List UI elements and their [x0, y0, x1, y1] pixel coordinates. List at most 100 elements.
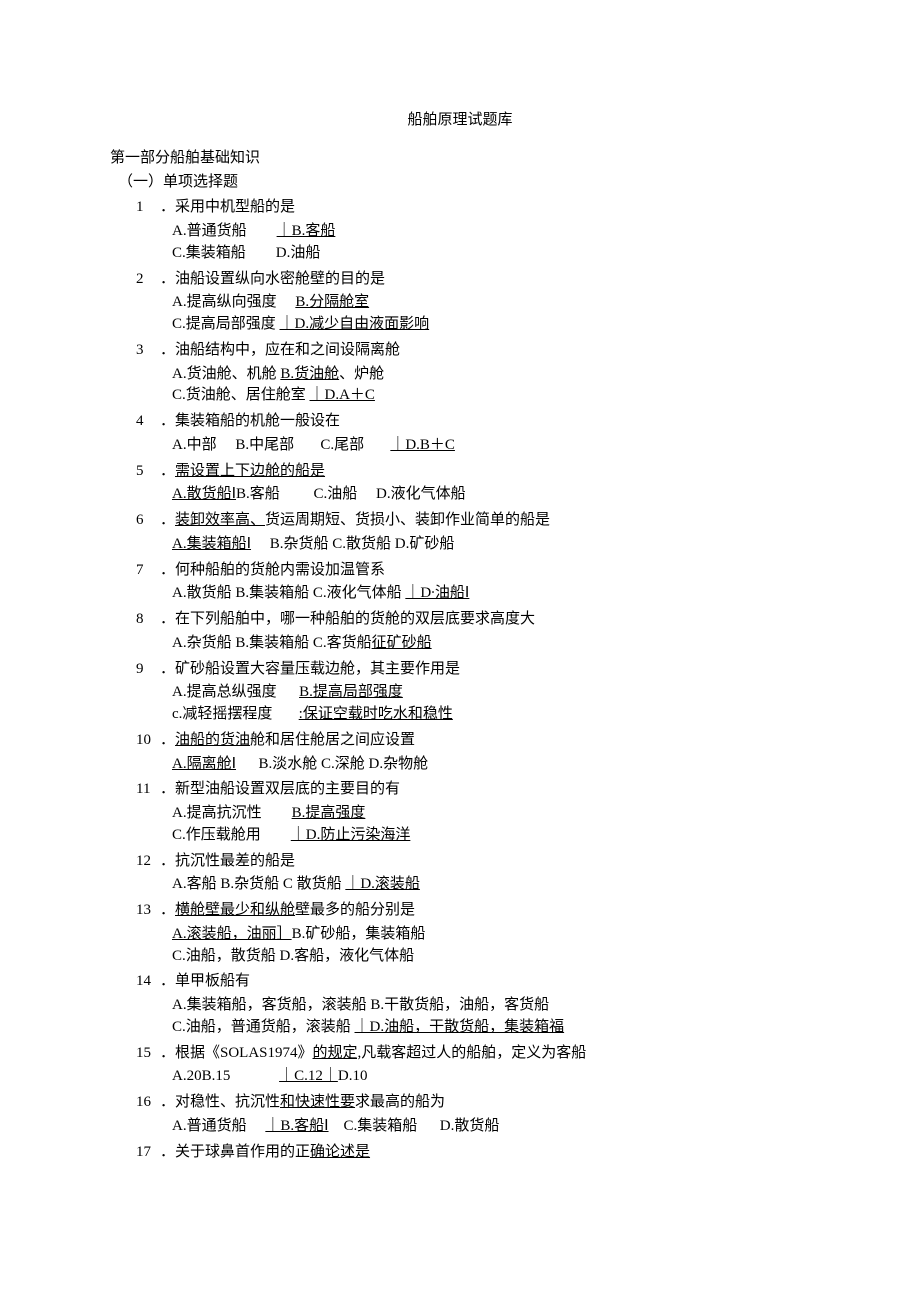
text-span: A.散货船 B.集装箱船 C.液化气体船	[172, 585, 405, 601]
text-span: A.杂货船 B.集装箱船 C.客货船	[172, 635, 372, 651]
text-span: C.货油舱、居住舱室	[172, 387, 310, 403]
question-number: 9	[136, 659, 160, 681]
text-span: A.普通货船	[172, 223, 277, 239]
option-row: C.作压载舱用 ｜D.防止污染海洋	[136, 825, 790, 847]
question-stem: 13．横舱壁最少和纵舱壁最多的船分别是	[136, 900, 790, 922]
text-span: c.减轻摇摆程度	[172, 706, 299, 722]
underlined-text: A.隔离舱Ⅰ	[172, 756, 236, 772]
question-stem-text: ．矿砂船设置大容量压载边舱，其主要作用是	[160, 661, 460, 677]
text-span: A.20B.15	[172, 1068, 279, 1084]
text-span: C.集装箱船 D.散货船	[329, 1118, 500, 1134]
underlined-text: ｜D.防止污染海洋	[291, 827, 411, 843]
question-number: 14	[136, 971, 160, 993]
subsection-heading: （一）单项选择题	[118, 172, 790, 194]
question-stem: 5．需设置上下边舱的船是	[136, 461, 790, 483]
option-row: C.货油舱、居住舱室 ｜D.A＋C	[136, 385, 790, 407]
option-row: A.散货船ⅠB.客船 C.油船 D.液化气体船	[136, 484, 790, 506]
question-number: 15	[136, 1043, 160, 1065]
question-item: 13．横舱壁最少和纵舱壁最多的船分别是A.滚装船，油丽］B.矿砂船，集装箱船 C.…	[136, 900, 790, 967]
text-span: A.中部 B.中尾部 C.尾部	[172, 437, 390, 453]
underlined-text: 的规定,	[313, 1045, 362, 1061]
underlined-text: B.分隔舱室	[295, 294, 369, 310]
question-stem: 4．集装箱船的机舱一般设在	[136, 411, 790, 433]
underlined-text: ｜D.B＋C	[390, 437, 455, 453]
option-row: C.提高局部强度 ｜D.减少自由液面影响	[136, 314, 790, 336]
text-span: ．	[160, 902, 175, 918]
underlined-text: 横舱壁最少和纵舱	[175, 902, 295, 918]
underlined-text: A.集装箱船Ⅰ	[172, 536, 251, 552]
question-stem-text: ．油船结构中，应在和之间设隔离舱	[160, 342, 400, 358]
underlined-text: ｜D∙油船Ⅰ	[405, 585, 469, 601]
question-stem-text: ．集装箱船的机舱一般设在	[160, 413, 340, 429]
underlined-text: 确论述是	[310, 1144, 370, 1160]
underlined-text: B.提高强度	[292, 805, 366, 821]
option-row: A.普通货船 ｜B.客船Ⅰ C.集装箱船 D.散货船	[136, 1116, 790, 1138]
question-item: 8．在下列船舶中，哪一种船舶的货舱的双层底要求高度大 A.杂货船 B.集装箱船 C…	[136, 609, 790, 655]
option-row: A.客船 B.杂货船 C 散货船 ｜D.滚装船	[136, 874, 790, 896]
question-stem: 3．油船结构中，应在和之间设隔离舱	[136, 340, 790, 362]
question-number: 5	[136, 461, 160, 483]
question-number: 6	[136, 510, 160, 532]
question-stem: 2．油船设置纵向水密舱壁的目的是	[136, 269, 790, 291]
question-item: 4．集装箱船的机舱一般设在 A.中部 B.中尾部 C.尾部 ｜D.B＋C	[136, 411, 790, 457]
text-span: 、炉舱	[339, 366, 384, 382]
underlined-text: ｜B.客船Ⅰ	[265, 1118, 328, 1134]
text-span: A.客船 B.杂货船 C 散货船	[172, 876, 345, 892]
text-span: ．关于球鼻首作用的正	[160, 1144, 310, 1160]
text-span: C.作压载舱用	[172, 827, 291, 843]
section-heading: 第一部分船舶基础知识	[110, 148, 790, 170]
question-item: 11．新型油船设置双层底的主要目的有A.提高抗沉性 B.提高强度C.作压载舱用 …	[136, 779, 790, 846]
question-item: 16．对稳性、抗沉性和快速性要求最高的船为A.普通货船 ｜B.客船Ⅰ C.集装箱…	[136, 1092, 790, 1138]
underlined-text: B.提高局部强度	[299, 684, 403, 700]
text-span: B.淡水舱 C.深舱 D.杂物舱	[236, 756, 428, 772]
underlined-text: :保证空载时吃水和稳性	[299, 706, 453, 722]
text-span: D.10	[338, 1068, 368, 1084]
text-span: 求最高的船为	[355, 1094, 445, 1110]
document-page: 船舶原理试题库 第一部分船舶基础知识 （一）单项选择题 1．采用中机型船的是A.…	[0, 0, 920, 1227]
text-span: C.提高局部强度	[172, 316, 280, 332]
option-row: A.集装箱船，客货船，滚装船 B.干散货船，油船，客货船	[136, 995, 790, 1017]
option-row: A.20B.15 ｜C.12｜D.10	[136, 1066, 790, 1088]
question-stem: 17．关于球鼻首作用的正确论述是	[136, 1142, 790, 1164]
option-row: A.隔离舱Ⅰ B.淡水舱 C.深舱 D.杂物舱	[136, 754, 790, 776]
question-stem: 8．在下列船舶中，哪一种船舶的货舱的双层底要求高度大	[136, 609, 790, 631]
underlined-text: ｜C.12｜	[279, 1068, 338, 1084]
option-row: A.滚装船，油丽］B.矿砂船，集装箱船	[136, 924, 790, 946]
text-span: ．	[160, 732, 175, 748]
underlined-text: ｜D.滚装船	[345, 876, 420, 892]
option-row: C.油船，普通货船，滚装船 ｜D.油船，干散货船，集装箱福	[136, 1017, 790, 1039]
underlined-text: A.散货船Ⅰ	[172, 486, 236, 502]
underlined-text: ｜D.油船，干散货船，集装箱福	[355, 1019, 565, 1035]
option-row: C.油船，散货船 D.客船，液化气体船	[136, 946, 790, 968]
underlined-text: ｜D.减少自由液面影响	[280, 316, 430, 332]
text-span: A.普通货船	[172, 1118, 265, 1134]
question-number: 7	[136, 560, 160, 582]
option-row: A.散货船 B.集装箱船 C.液化气体船 ｜D∙油船Ⅰ	[136, 583, 790, 605]
question-stem: 12．抗沉性最差的船是	[136, 851, 790, 873]
question-number: 3	[136, 340, 160, 362]
question-stem: 1．采用中机型船的是	[136, 197, 790, 219]
question-item: 3．油船结构中，应在和之间设隔离舱A.货油舱、机舱 B.货油舱、炉舱C.货油舱、…	[136, 340, 790, 407]
text-span: 凡载客超过人的船舶，定义为客船	[361, 1045, 586, 1061]
option-row: C.集装箱船 D.油船	[136, 243, 790, 265]
question-item: 15．根据《SOLAS1974》的规定,凡载客超过人的船舶，定义为客船A.20B…	[136, 1043, 790, 1089]
underlined-text: 油船的货油	[175, 732, 250, 748]
option-row: c.减轻摇摆程度 :保证空载时吃水和稳性	[136, 704, 790, 726]
question-item: 17．关于球鼻首作用的正确论述是	[136, 1142, 790, 1164]
question-stem: 9．矿砂船设置大容量压载边舱，其主要作用是	[136, 659, 790, 681]
question-number: 1	[136, 197, 160, 219]
text-span: C.油船，散货船 D.客船，液化气体船	[172, 948, 414, 964]
underlined-text: 装卸效率高、	[175, 512, 265, 528]
question-stem: 14．单甲板船有	[136, 971, 790, 993]
text-span: 货运周期短、货损小、装卸作业简单的船是	[265, 512, 550, 528]
question-list: 1．采用中机型船的是A.普通货船 ｜B.客船 C.集装箱船 D.油船 2．油船设置纵…	[130, 197, 790, 1163]
question-number: 12	[136, 851, 160, 873]
question-stem-text: ．在下列船舶中，哪一种船舶的货舱的双层底要求高度大	[160, 611, 535, 627]
question-item: 6．装卸效率高、货运周期短、货损小、装卸作业简单的船是A.集装箱船Ⅰ B.杂货船…	[136, 510, 790, 556]
text-span: A.货油舱、机舱	[172, 366, 280, 382]
option-row: A.普通货船 ｜B.客船	[136, 221, 790, 243]
underlined-text: 需设置上下边舱的船是	[175, 463, 325, 479]
text-span: C.集装箱船 D.油船	[172, 245, 320, 261]
underlined-text: 和快速性要	[280, 1094, 355, 1110]
question-stem: 7．何种船舶的货舱内需设加温管系	[136, 560, 790, 582]
